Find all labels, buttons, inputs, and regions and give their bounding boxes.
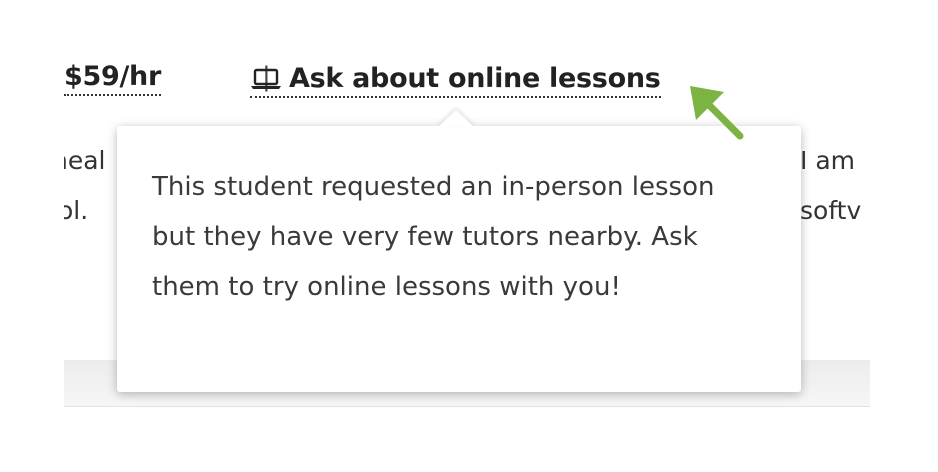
popover-message: This student requested an in-person less… bbox=[152, 172, 715, 302]
ask-online-lessons-link[interactable]: Ask about online lessons bbox=[250, 62, 661, 98]
description-text-left: neal ol. bbox=[64, 136, 118, 236]
description-line: softv bbox=[800, 196, 862, 225]
ask-online-lessons-label: Ask about online lessons bbox=[289, 63, 661, 94]
green-pointer-arrow-icon bbox=[690, 86, 744, 140]
hourly-rate[interactable]: $59/hr bbox=[64, 62, 161, 96]
description-line: neal bbox=[64, 146, 106, 175]
description-text-right: I am softv bbox=[800, 136, 870, 236]
description-line: I am bbox=[800, 146, 855, 175]
popover-arrow bbox=[438, 110, 474, 127]
laptop-icon bbox=[251, 68, 281, 89]
online-lessons-popover: This student requested an in-person less… bbox=[117, 126, 801, 392]
description-line: ol. bbox=[64, 196, 89, 225]
